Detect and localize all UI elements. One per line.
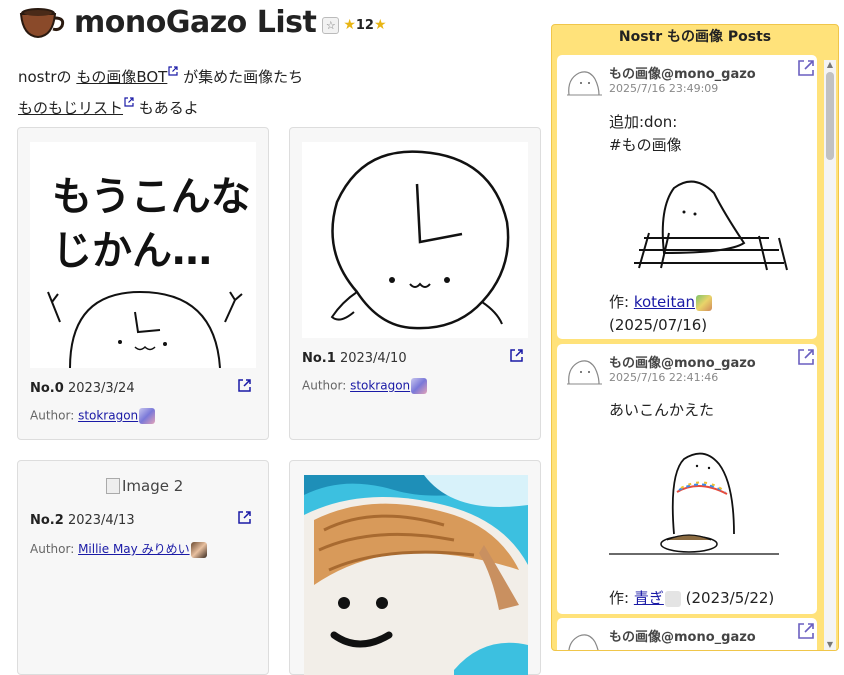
sidebar-title: Nostr もの画像 Posts bbox=[618, 29, 772, 45]
author-link[interactable]: Millie May みりめい bbox=[78, 542, 190, 556]
page-header: monoGazo List ☆ ★ 12 ★ bbox=[18, 4, 387, 40]
image-card bbox=[289, 460, 541, 675]
card-meta: No.1 2023/4/10 bbox=[302, 351, 407, 366]
post-card: もの画像@mono_gazo 2025/7/16 22:41:46 あいこんかえ… bbox=[557, 344, 817, 614]
external-link-icon bbox=[168, 66, 178, 76]
author-link[interactable]: stokragon bbox=[350, 379, 410, 393]
card-number: No.1 bbox=[302, 351, 336, 366]
card-meta: No.0 2023/3/24 bbox=[30, 381, 135, 396]
author-avatar bbox=[411, 378, 428, 394]
image-card: No.1 2023/4/10 Author: stokragon bbox=[289, 127, 541, 440]
sidebar-scrollbar[interactable]: ▲ ▼ bbox=[824, 60, 836, 650]
credit-avatar bbox=[696, 294, 713, 311]
image-card: Image 2 No.2 2023/4/13 Author: Millie Ma… bbox=[17, 460, 269, 675]
card-author: Author: stokragon bbox=[30, 408, 156, 424]
credit-link[interactable]: koteitan bbox=[634, 293, 695, 311]
card-image[interactable] bbox=[302, 142, 528, 338]
author-avatar bbox=[190, 541, 207, 558]
author-link[interactable]: stokragon bbox=[78, 409, 138, 423]
card-number: No.0 bbox=[30, 381, 64, 396]
photo-image bbox=[304, 475, 528, 675]
card-meta: No.2 2023/4/13 bbox=[30, 513, 135, 528]
author-avatar bbox=[139, 408, 156, 424]
post-author-name: もの画像@mono_gazo bbox=[609, 356, 756, 371]
post-content: あいこんかえた bbox=[609, 401, 715, 419]
broken-image[interactable]: Image 2 bbox=[106, 477, 183, 495]
intro-line-2: ものもじリスト もあるよ bbox=[18, 97, 199, 117]
post-image[interactable] bbox=[609, 434, 779, 564]
credit-avatar bbox=[664, 590, 681, 607]
star-count: ★ 12 ★ bbox=[343, 17, 387, 33]
post-credit: 作: 青ぎ (2023/5/22) bbox=[609, 589, 775, 607]
external-link-icon[interactable] bbox=[797, 622, 815, 640]
post-date: 2025/7/16 22:41:46 bbox=[609, 371, 719, 384]
post-author-name: もの画像@mono_gazo bbox=[609, 630, 756, 645]
page-title: monoGazo List bbox=[74, 4, 317, 40]
scroll-down-arrow-icon[interactable]: ▼ bbox=[825, 640, 835, 650]
external-link-icon[interactable] bbox=[797, 348, 815, 366]
star-icon: ★ bbox=[373, 17, 387, 33]
credit-link[interactable]: 青ぎ bbox=[634, 589, 664, 607]
coffee-cup-logo bbox=[19, 8, 65, 39]
nostr-posts-sidebar: Nostr もの画像 Posts もの画像@mono_gazo 2025/7/1… bbox=[551, 24, 839, 651]
post-date: 2025/7/16 23:49:09 bbox=[609, 82, 719, 95]
card-date: 2023/3/24 bbox=[67, 381, 135, 396]
external-link-icon[interactable] bbox=[797, 59, 815, 77]
star-button[interactable]: ☆ bbox=[322, 16, 340, 34]
drawing-image bbox=[330, 150, 510, 330]
scrollbar-thumb[interactable] bbox=[826, 72, 834, 160]
monomoji-list-link[interactable]: ものもじリスト bbox=[18, 99, 123, 117]
card-number: No.2 bbox=[30, 513, 64, 528]
svg-text:じかん…: じかん… bbox=[52, 228, 212, 274]
image-card: もうこんな じかん… No.0 2023/3/24 Author: stokra… bbox=[17, 127, 269, 440]
star-icon: ★ bbox=[343, 17, 356, 33]
open-link-icon[interactable] bbox=[238, 511, 251, 524]
post-card: もの画像@mono_gazo bbox=[557, 618, 817, 650]
card-image[interactable]: もうこんな じかん… bbox=[30, 142, 256, 368]
card-author: Author: stokragon bbox=[302, 378, 428, 394]
external-link-icon bbox=[124, 97, 134, 107]
post-author-name: もの画像@mono_gazo bbox=[609, 67, 756, 82]
mono-gazo-bot-link[interactable]: もの画像BOT bbox=[76, 68, 167, 86]
drawing-image: もうこんな じかん… bbox=[47, 174, 251, 368]
svg-text:もうこんな: もうこんな bbox=[52, 174, 251, 220]
post-content: 追加:don: #もの画像 bbox=[609, 113, 682, 154]
scroll-up-arrow-icon[interactable]: ▲ bbox=[825, 60, 835, 70]
post-card: もの画像@mono_gazo 2025/7/16 23:49:09 追加:don… bbox=[557, 55, 817, 339]
post-image[interactable] bbox=[609, 158, 799, 283]
intro-line-1: nostrの もの画像BOT が集めた画像たち bbox=[18, 66, 304, 86]
open-link-icon[interactable] bbox=[238, 379, 251, 392]
post-credit: 作: koteitan (2025/07/16) bbox=[609, 291, 713, 337]
card-author: Author: Millie May みりめい bbox=[30, 540, 207, 558]
post-avatar bbox=[568, 634, 599, 650]
broken-image-icon bbox=[106, 478, 120, 494]
open-link-icon[interactable] bbox=[510, 349, 523, 362]
card-image[interactable] bbox=[304, 475, 528, 675]
card-date: 2023/4/10 bbox=[339, 351, 407, 366]
card-date: 2023/4/13 bbox=[67, 513, 135, 528]
post-avatar bbox=[567, 71, 602, 96]
post-avatar bbox=[567, 360, 602, 385]
